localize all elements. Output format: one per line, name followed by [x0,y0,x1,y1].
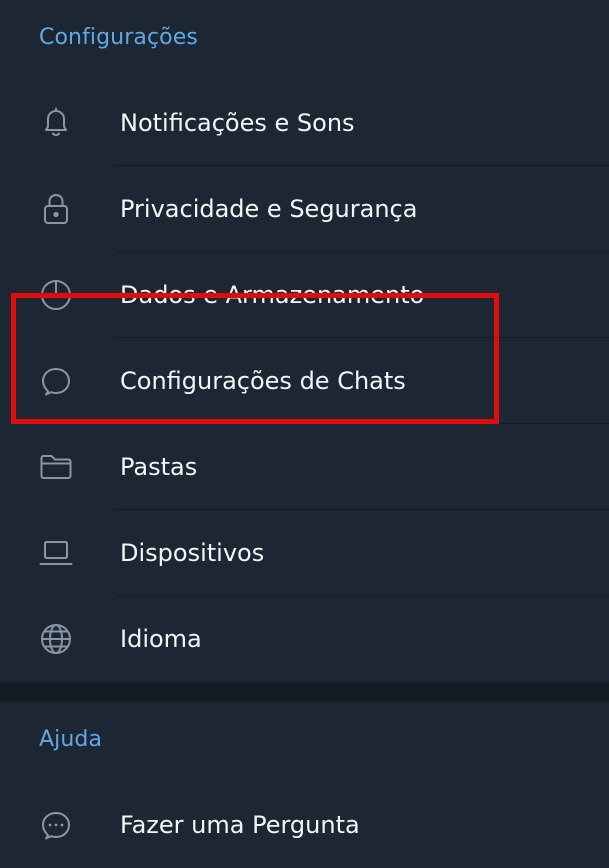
menu-item-label: Privacidade e Segurança [120,195,418,223]
menu-item-label: Configurações de Chats [120,367,406,395]
menu-item-notifications[interactable]: Notificações e Sons [0,80,609,166]
bell-icon [36,103,76,143]
section-title-configuracoes: Configurações [39,25,198,50]
menu-item-label: Dados e Armazenamento [120,281,425,309]
section-title-ajuda: Ajuda [39,727,103,752]
globe-icon [36,619,76,659]
menu-item-label: Notificações e Sons [120,109,355,137]
menu-item-chat-settings[interactable]: Configurações de Chats [0,338,609,424]
chat-bubble-icon [36,361,76,401]
laptop-icon [36,533,76,573]
menu-item-privacy[interactable]: Privacidade e Segurança [0,166,609,252]
folder-icon [36,447,76,487]
menu-item-folders[interactable]: Pastas [0,424,609,510]
menu-item-label: Dispositivos [120,539,265,567]
section-separator [0,682,609,702]
lock-icon [36,189,76,229]
pie-chart-icon [36,275,76,315]
menu-item-devices[interactable]: Dispositivos [0,510,609,596]
chat-dots-icon [36,805,76,845]
menu-item-ask-question[interactable]: Fazer uma Pergunta [0,782,609,868]
settings-section: Configurações Notificações e Sons Privac… [0,0,609,682]
menu-item-language[interactable]: Idioma [0,596,609,682]
menu-item-label: Pastas [120,453,198,481]
menu-item-label: Fazer uma Pergunta [120,811,360,839]
menu-item-label: Idioma [120,625,202,653]
help-section: Ajuda Fazer uma Pergunta [0,702,609,868]
menu-item-data-storage[interactable]: Dados e Armazenamento [0,252,609,338]
